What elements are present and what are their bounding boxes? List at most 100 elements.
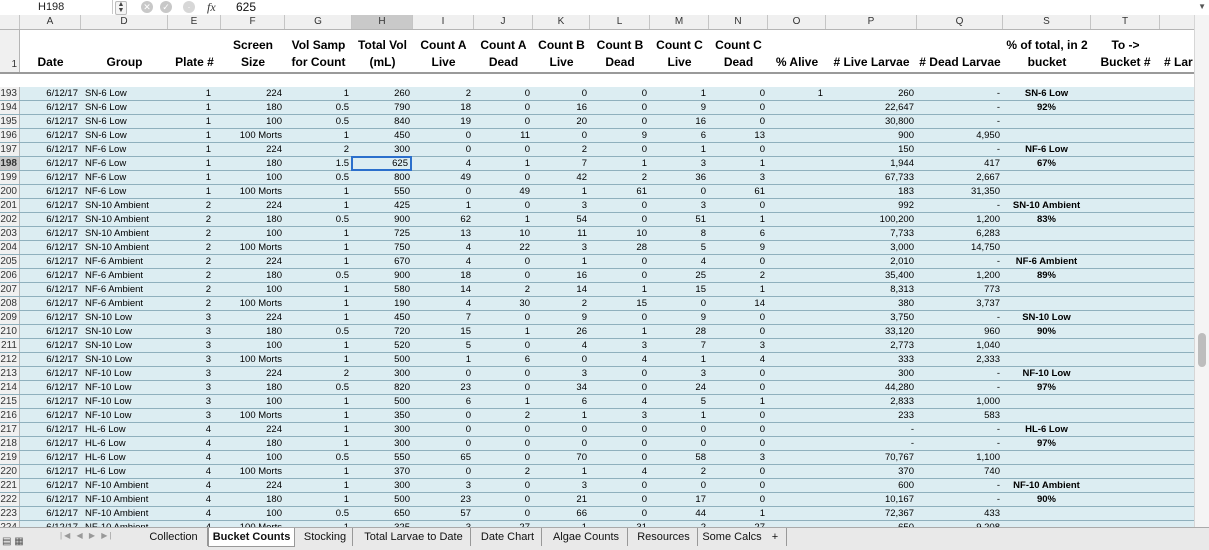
column-header-e[interactable]: E <box>168 15 221 29</box>
cell-alive[interactable] <box>770 115 823 128</box>
cell-pct[interactable] <box>1005 451 1088 464</box>
cell-dead[interactable]: 1,200 <box>919 213 1000 226</box>
cell-alive[interactable] <box>770 171 823 184</box>
cell-plate[interactable]: 3 <box>170 395 211 408</box>
cell-cD[interactable]: 0 <box>711 465 765 478</box>
cell-aD[interactable]: 0 <box>476 87 530 100</box>
cell-cD[interactable]: 14 <box>711 297 765 310</box>
cell-dead[interactable]: 1,040 <box>919 339 1000 352</box>
cell-pct[interactable]: SN-10 Ambient <box>1005 199 1088 212</box>
cell-group[interactable]: NF-10 Low <box>85 395 167 408</box>
cell-bL[interactable]: 0 <box>535 423 587 436</box>
cell-aL[interactable]: 1 <box>415 199 471 212</box>
column-header-l[interactable]: L <box>590 15 650 29</box>
cell-cL[interactable]: 4 <box>652 255 706 268</box>
cell-live[interactable]: 900 <box>828 129 914 142</box>
cell-date[interactable]: 6/12/17 <box>22 325 78 338</box>
cell-date[interactable]: 6/12/17 <box>22 451 78 464</box>
cell-bL[interactable]: 16 <box>535 101 587 114</box>
cell-vol[interactable]: 1 <box>287 227 349 240</box>
cell-bL[interactable]: 1 <box>535 255 587 268</box>
cell-aD[interactable]: 0 <box>476 101 530 114</box>
cell-bD[interactable]: 3 <box>592 339 647 352</box>
cell-alive[interactable] <box>770 241 823 254</box>
cell-cL[interactable]: 0 <box>652 423 706 436</box>
row-number[interactable]: 204 <box>0 241 20 254</box>
cell-aD[interactable]: 11 <box>476 129 530 142</box>
cell-pct[interactable] <box>1005 185 1088 198</box>
cell-cL[interactable]: 58 <box>652 451 706 464</box>
cell-cD[interactable]: 1 <box>711 507 765 520</box>
cell-vol[interactable]: 1 <box>287 87 349 100</box>
cell-date[interactable]: 6/12/17 <box>22 423 78 436</box>
cell-total[interactable]: 450 <box>354 129 410 142</box>
cell-live[interactable]: 333 <box>828 353 914 366</box>
cell-total[interactable]: 300 <box>354 437 410 450</box>
cell-total[interactable]: 800 <box>354 171 410 184</box>
cell-live[interactable]: 380 <box>828 297 914 310</box>
row-number[interactable]: 200 <box>0 185 20 198</box>
row-number[interactable]: 202 <box>0 213 20 226</box>
cell-live[interactable]: 7,733 <box>828 227 914 240</box>
cell-dead[interactable]: - <box>919 423 1000 436</box>
cell-date[interactable]: 6/12/17 <box>22 129 78 142</box>
row-number[interactable]: 220 <box>0 465 20 478</box>
cell-cL[interactable]: 3 <box>652 157 706 170</box>
cell-pct[interactable] <box>1005 409 1088 422</box>
cell-total[interactable]: 300 <box>354 423 410 436</box>
cell-pct[interactable]: SN-10 Low <box>1005 311 1088 324</box>
row-number[interactable]: 199 <box>0 171 20 184</box>
cell-alive[interactable] <box>770 381 823 394</box>
cell-bD[interactable]: 1 <box>592 283 647 296</box>
column-header-n[interactable]: N <box>709 15 768 29</box>
row-number[interactable]: 213 <box>0 367 20 380</box>
cell-total[interactable]: 580 <box>354 283 410 296</box>
cell-aD[interactable]: 2 <box>476 283 530 296</box>
cell-group[interactable]: SN-6 Low <box>85 129 167 142</box>
column-header-h[interactable]: H <box>352 15 413 29</box>
cell-alive[interactable] <box>770 507 823 520</box>
cell-cD[interactable]: 0 <box>711 311 765 324</box>
cell-dead[interactable]: 4,950 <box>919 129 1000 142</box>
cell-pct[interactable]: NF-10 Ambient <box>1005 479 1088 492</box>
cell-cL[interactable]: 8 <box>652 227 706 240</box>
add-sheet-button[interactable]: + <box>764 528 787 546</box>
cell-total[interactable]: 350 <box>354 409 410 422</box>
column-header-p[interactable]: P <box>826 15 917 29</box>
cell-cD[interactable]: 0 <box>711 423 765 436</box>
cell-aL[interactable]: 4 <box>415 241 471 254</box>
cell-dead[interactable]: 1,100 <box>919 451 1000 464</box>
cell-group[interactable]: SN-6 Low <box>85 115 167 128</box>
cell-group[interactable]: NF-10 Ambient <box>85 493 167 506</box>
cell-bL[interactable]: 3 <box>535 199 587 212</box>
cell-vol[interactable]: 1 <box>287 465 349 478</box>
cell-bD[interactable]: 1 <box>592 325 647 338</box>
cell-group[interactable]: SN-10 Low <box>85 325 167 338</box>
cell-aL[interactable]: 5 <box>415 339 471 352</box>
cell-dead[interactable]: - <box>919 437 1000 450</box>
expand-formula-icon[interactable]: ▼ <box>1198 2 1206 11</box>
cell-plate[interactable]: 4 <box>170 423 211 436</box>
cell-cL[interactable]: 5 <box>652 241 706 254</box>
row-number[interactable]: 219 <box>0 451 20 464</box>
column-header-t[interactable]: T <box>1091 15 1160 29</box>
tab-date-chart[interactable]: Date Chart <box>474 528 542 546</box>
cell-cD[interactable]: 0 <box>711 101 765 114</box>
cell-cL[interactable]: 9 <box>652 311 706 324</box>
cell-cD[interactable]: 0 <box>711 325 765 338</box>
cell-bD[interactable]: 0 <box>592 199 647 212</box>
cell-total[interactable]: 625 <box>351 156 412 171</box>
row-number[interactable]: 210 <box>0 325 20 338</box>
cell-plate[interactable]: 3 <box>170 353 211 366</box>
cell-pct[interactable] <box>1005 227 1088 240</box>
cell-vol[interactable]: 1 <box>287 311 349 324</box>
cell-group[interactable]: SN-6 Low <box>85 101 167 114</box>
cell-aL[interactable]: 0 <box>415 143 471 156</box>
cell-alive[interactable] <box>770 157 823 170</box>
cell-bL[interactable]: 7 <box>535 157 587 170</box>
cell-aL[interactable]: 2 <box>415 87 471 100</box>
cell-cD[interactable]: 0 <box>711 437 765 450</box>
cell-total[interactable]: 820 <box>354 381 410 394</box>
row-number[interactable]: 209 <box>0 311 20 324</box>
row-number[interactable]: 205 <box>0 255 20 268</box>
